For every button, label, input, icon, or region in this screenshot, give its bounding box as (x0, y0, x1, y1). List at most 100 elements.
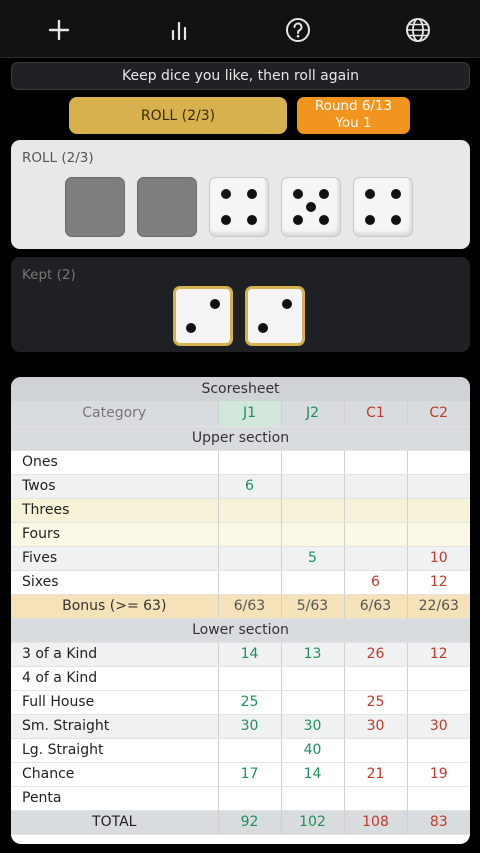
total-cell-j1: 92 (218, 810, 282, 835)
roll-button[interactable]: ROLL (2/3) (69, 97, 287, 134)
score-cell-j1[interactable] (218, 786, 282, 811)
die-pip (390, 189, 401, 200)
score-cell-j2[interactable] (281, 522, 345, 547)
score-cell-c2[interactable] (407, 450, 470, 475)
column-header-c2: C2 (407, 401, 470, 427)
score-cell-c2[interactable] (407, 474, 470, 499)
die-pip (293, 214, 304, 225)
score-cell-c2[interactable] (407, 690, 470, 715)
score-cell-c1[interactable]: 6 (344, 570, 408, 595)
bonus-cell-j2: 5/63 (281, 594, 345, 619)
score-cell-c1[interactable] (344, 546, 408, 571)
die-pip (318, 214, 329, 225)
score-cell-j2[interactable] (281, 786, 345, 811)
score-cell-j2[interactable]: 5 (281, 546, 345, 571)
stats-button[interactable] (161, 12, 197, 48)
kept-die-1[interactable] (173, 286, 233, 346)
score-cell-c1[interactable] (344, 522, 408, 547)
score-cell-c2[interactable]: 30 (407, 714, 470, 739)
score-cell-j1[interactable] (218, 522, 282, 547)
rolled-die-4[interactable] (281, 177, 341, 237)
die-pip (365, 214, 376, 225)
score-row: Fives 5 10 (11, 546, 470, 571)
column-header-c1: C1 (344, 401, 408, 427)
score-cell-j2[interactable] (281, 498, 345, 523)
score-row: Chance 17 14 21 19 (11, 762, 470, 787)
bonus-row: Bonus (>= 63) 6/63 5/63 6/63 22/63 (11, 594, 470, 619)
rolled-die-3[interactable] (209, 177, 269, 237)
column-header-j1: J1 (218, 401, 282, 427)
score-cell-j1[interactable] (218, 546, 282, 571)
score-row: 3 of a Kind 14 13 26 12 (11, 642, 470, 667)
die-pip (365, 189, 376, 200)
score-cell-c1[interactable]: 25 (344, 690, 408, 715)
rolled-die-1[interactable] (65, 177, 125, 237)
score-cell-j1[interactable] (218, 498, 282, 523)
score-cell-j2[interactable] (281, 666, 345, 691)
kept-die-2[interactable] (245, 286, 305, 346)
current-player: You 1 (335, 115, 372, 131)
die-pip (246, 214, 257, 225)
plus-icon (48, 19, 70, 41)
die-pip (293, 189, 304, 200)
help-icon (286, 18, 310, 42)
score-cell-j1[interactable]: 17 (218, 762, 282, 787)
bonus-cell-j1: 6/63 (218, 594, 282, 619)
score-cell-j1[interactable]: 14 (218, 642, 282, 667)
category-label: Sm. Straight (11, 714, 219, 739)
score-cell-c2[interactable] (407, 738, 470, 763)
score-cell-c2[interactable] (407, 522, 470, 547)
score-cell-j1[interactable]: 25 (218, 690, 282, 715)
score-cell-c1[interactable]: 26 (344, 642, 408, 667)
top-toolbar (0, 0, 480, 58)
score-cell-c1[interactable] (344, 450, 408, 475)
score-cell-c1[interactable] (344, 498, 408, 523)
die-pip (318, 189, 329, 200)
score-cell-c2[interactable] (407, 666, 470, 691)
score-cell-c2[interactable]: 12 (407, 642, 470, 667)
score-cell-j2[interactable] (281, 690, 345, 715)
score-cell-j1[interactable]: 30 (218, 714, 282, 739)
lower-section-header-label: Lower section (11, 618, 470, 643)
score-cell-c2[interactable]: 10 (407, 546, 470, 571)
score-cell-j2[interactable]: 40 (281, 738, 345, 763)
category-label: Penta (11, 786, 219, 811)
score-cell-c1[interactable] (344, 474, 408, 499)
score-cell-c1[interactable]: 30 (344, 714, 408, 739)
score-row: Sm. Straight 30 30 30 30 (11, 714, 470, 739)
score-cell-c1[interactable] (344, 786, 408, 811)
score-table: Category J1 J2 C1 C2 Upper section Ones Twos 6 Th… (11, 401, 470, 835)
score-cell-j1[interactable] (218, 738, 282, 763)
score-cell-c1[interactable] (344, 666, 408, 691)
column-header-j2: J2 (281, 401, 345, 427)
language-button[interactable] (400, 12, 436, 48)
roll-panel-title: ROLL (2/3) (22, 150, 94, 166)
total-cell-j2: 102 (281, 810, 345, 835)
score-cell-j2[interactable] (281, 570, 345, 595)
score-cell-c2[interactable]: 19 (407, 762, 470, 787)
score-cell-j1[interactable] (218, 450, 282, 475)
score-cell-j2[interactable]: 14 (281, 762, 345, 787)
score-cell-j2[interactable] (281, 474, 345, 499)
score-cell-c1[interactable] (344, 738, 408, 763)
bar-chart-icon (171, 21, 187, 41)
score-cell-c2[interactable] (407, 786, 470, 811)
score-cell-j2[interactable]: 13 (281, 642, 345, 667)
score-cell-j1[interactable] (218, 570, 282, 595)
new-game-button[interactable] (41, 12, 77, 48)
score-cell-j2[interactable] (281, 450, 345, 475)
score-cell-j1[interactable] (218, 666, 282, 691)
score-cell-j1[interactable]: 6 (218, 474, 282, 499)
lower-section-header: Lower section (11, 618, 470, 643)
score-cell-c1[interactable]: 21 (344, 762, 408, 787)
score-row: Twos 6 (11, 474, 470, 499)
help-button[interactable] (280, 12, 316, 48)
rolled-die-5[interactable] (353, 177, 413, 237)
category-label: Chance (11, 762, 219, 787)
score-cell-c2[interactable]: 12 (407, 570, 470, 595)
rolled-die-2[interactable] (137, 177, 197, 237)
score-cell-j2[interactable]: 30 (281, 714, 345, 739)
die-pip (209, 299, 220, 310)
score-cell-c2[interactable] (407, 498, 470, 523)
score-row: Lg. Straight 40 (11, 738, 470, 763)
